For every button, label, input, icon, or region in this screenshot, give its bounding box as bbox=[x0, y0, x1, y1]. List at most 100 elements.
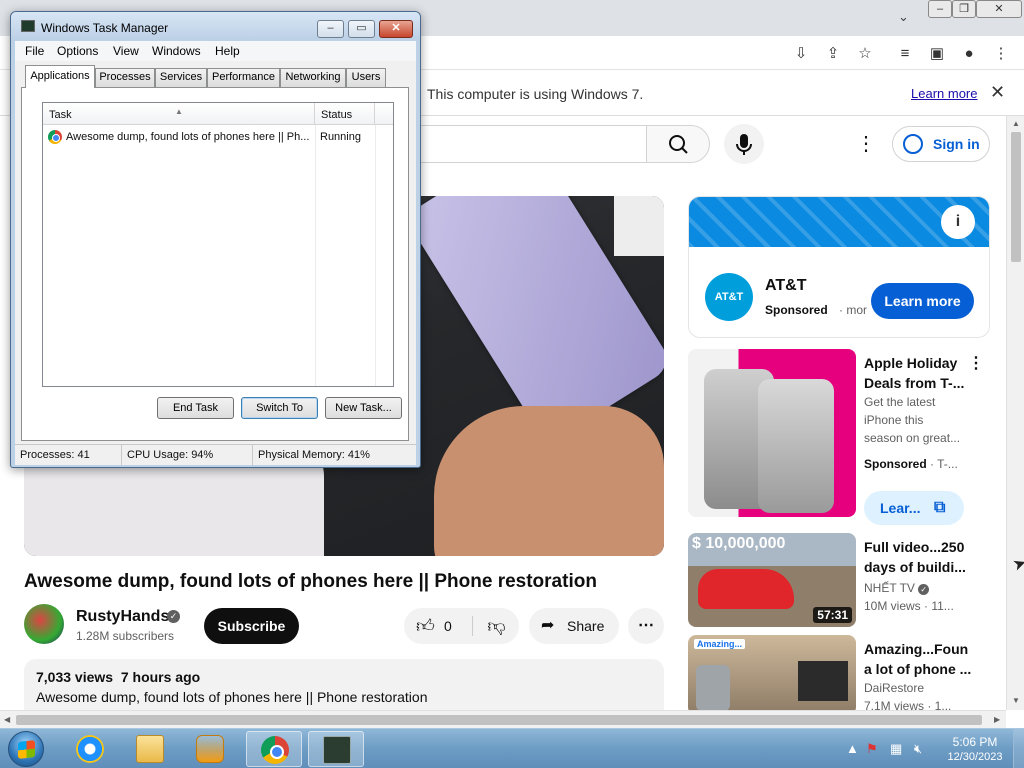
task-manager-titlebar[interactable]: Windows Task Manager – ▭ ✕ bbox=[11, 12, 420, 40]
tm-close-button[interactable]: ✕ bbox=[379, 20, 413, 38]
recommendation-title-line2[interactable]: a lot of phone ... bbox=[864, 659, 972, 679]
description-box[interactable]: 7,033 views 7 hours ago Awesome dump, fo… bbox=[24, 659, 664, 710]
recommendation-thumbnail[interactable]: Amazing... bbox=[688, 635, 856, 710]
horizontal-scrollbar[interactable]: ◀ ▶ bbox=[0, 710, 1006, 728]
share-button[interactable]: ➦ Share bbox=[529, 608, 619, 644]
table-row[interactable]: Awesome dump, found lots of phones here … bbox=[44, 127, 392, 147]
scroll-up-arrow-icon[interactable]: ▲ bbox=[1012, 119, 1020, 128]
tab-networking[interactable]: Networking bbox=[280, 68, 346, 87]
new-task-button[interactable]: New Task... bbox=[325, 397, 402, 419]
chrome-icon bbox=[261, 736, 289, 764]
browser-close-button[interactable]: ✕ bbox=[976, 0, 1022, 18]
bookmark-star-icon[interactable]: ☆ bbox=[854, 43, 876, 65]
tab-search-chevron-icon[interactable]: ⌄ bbox=[898, 9, 909, 25]
task-manager-body: Applications Processes Services Performa… bbox=[15, 61, 416, 446]
recommendation-channel-name[interactable]: DaiRestore bbox=[864, 681, 984, 695]
media-controls-icon[interactable]: ≡ bbox=[894, 43, 916, 65]
recommendation-thumbnail[interactable]: $ 10,000,000 57:31 bbox=[688, 533, 856, 627]
taskbar-task-manager[interactable] bbox=[308, 731, 364, 767]
menu-view[interactable]: View bbox=[113, 44, 139, 58]
search-button[interactable] bbox=[646, 125, 710, 163]
taskbar-internet-explorer[interactable] bbox=[62, 731, 118, 767]
channel-avatar[interactable] bbox=[24, 604, 64, 644]
dislike-button[interactable]: 👎︎ bbox=[474, 608, 519, 644]
browser-restore-button[interactable]: ❐ bbox=[952, 0, 976, 18]
view-count: 7,033 views bbox=[36, 669, 114, 685]
switch-to-button[interactable]: Switch To bbox=[241, 397, 318, 419]
tm-minimize-button[interactable]: – bbox=[317, 20, 344, 38]
recommendation-item[interactable]: Apple Holiday Deals from T-... ⋮ Get the… bbox=[688, 349, 990, 527]
recommendation-title-line1[interactable]: Full video...250 bbox=[864, 537, 972, 557]
infobar-learn-more-link[interactable]: Learn more bbox=[911, 86, 977, 101]
tab-applications[interactable]: Applications bbox=[25, 65, 95, 88]
verified-badge-icon: ✓ bbox=[918, 584, 930, 595]
show-desktop-button[interactable] bbox=[1013, 729, 1024, 768]
settings-kebab-icon[interactable]: ⋮ bbox=[856, 132, 876, 156]
browser-minimize-button[interactable]: – bbox=[928, 0, 952, 18]
task-manager-window[interactable]: Windows Task Manager – ▭ ✕ File Options … bbox=[10, 11, 421, 468]
channel-name[interactable]: RustyHands bbox=[76, 608, 169, 626]
recommendation-sponsored-label: Sponsored bbox=[864, 457, 927, 471]
recommendation-thumbnail[interactable] bbox=[688, 349, 856, 517]
action-center-flag-icon[interactable]: ⚑ bbox=[866, 741, 878, 757]
menu-options[interactable]: Options bbox=[57, 44, 98, 58]
recommendation-title-line1[interactable]: Amazing...Foun bbox=[864, 639, 972, 659]
tab-services[interactable]: Services bbox=[155, 68, 207, 87]
ad-more-link[interactable]: · mor bbox=[839, 303, 867, 317]
sign-in-button[interactable]: Sign in bbox=[892, 126, 990, 162]
scroll-right-arrow-icon[interactable]: ▶ bbox=[994, 715, 1000, 724]
scroll-left-arrow-icon[interactable]: ◀ bbox=[4, 715, 10, 724]
tab-users[interactable]: Users bbox=[346, 68, 386, 87]
horizontal-scroll-thumb[interactable] bbox=[16, 715, 982, 725]
recommendation-title-line2[interactable]: days of buildi... bbox=[864, 557, 972, 577]
infobar-close-icon[interactable]: ✕ bbox=[990, 82, 1005, 103]
share-page-icon[interactable]: ⇪ bbox=[822, 43, 844, 65]
taskbar-media-player[interactable] bbox=[182, 731, 238, 767]
show-hidden-icons-chevron[interactable]: ▲ bbox=[846, 741, 859, 756]
menu-help[interactable]: Help bbox=[215, 44, 240, 58]
recommendation-title-line1[interactable]: Apple Holiday bbox=[864, 353, 972, 373]
recommendation-title-line2[interactable]: Deals from T-... bbox=[864, 373, 972, 393]
recommendation-channel[interactable]: NHẾT TV ✓ bbox=[864, 581, 984, 595]
recommendation-item[interactable]: Amazing... Amazing...Foun a lot of phone… bbox=[688, 635, 990, 710]
recommendation-learn-button[interactable]: Lear... ⧉ bbox=[864, 491, 964, 525]
video-frame-box bbox=[614, 196, 664, 256]
task-manager-statusbar: Processes: 41 CPU Usage: 94% Physical Me… bbox=[15, 444, 416, 466]
menu-windows[interactable]: Windows bbox=[152, 44, 201, 58]
vertical-scrollbar[interactable]: ▲ ▼ bbox=[1006, 116, 1024, 710]
taskbar-file-explorer[interactable] bbox=[122, 731, 178, 767]
recommendation-kebab-icon[interactable]: ⋮ bbox=[968, 353, 984, 373]
scroll-down-arrow-icon[interactable]: ▼ bbox=[1012, 696, 1020, 705]
vertical-scroll-thumb[interactable] bbox=[1011, 132, 1021, 262]
taskbar-chrome[interactable] bbox=[246, 731, 302, 767]
clock-date[interactable]: 12/30/2023 bbox=[940, 751, 1010, 763]
volume-muted-icon[interactable]: 🔇︎ bbox=[914, 741, 922, 757]
menu-file[interactable]: File bbox=[25, 44, 44, 58]
side-panel-icon[interactable]: ▣ bbox=[926, 43, 948, 65]
tm-maximize-button[interactable]: ▭ bbox=[348, 20, 375, 38]
ad-learn-more-button[interactable]: Learn more bbox=[871, 283, 974, 319]
recommendation-item[interactable]: $ 10,000,000 57:31 Full video...250 days… bbox=[688, 533, 990, 629]
subscribe-button[interactable]: Subscribe bbox=[204, 608, 299, 644]
ad-card[interactable]: i AT&T AT&T Sponsored · mor Learn more bbox=[688, 196, 990, 338]
tab-performance[interactable]: Performance bbox=[207, 68, 280, 87]
network-icon[interactable]: ▦ bbox=[890, 741, 902, 757]
more-actions-button[interactable]: ⋯ bbox=[628, 608, 664, 644]
ad-info-icon[interactable]: i bbox=[941, 205, 975, 239]
voice-search-button[interactable] bbox=[724, 124, 764, 164]
profile-avatar-icon[interactable]: ● bbox=[958, 43, 980, 65]
start-button[interactable] bbox=[8, 731, 44, 767]
clock-time[interactable]: 5:06 PM bbox=[940, 735, 1010, 749]
install-app-icon[interactable]: ⇩ bbox=[790, 43, 812, 65]
column-header-status[interactable]: Status bbox=[315, 103, 375, 125]
verified-badge-icon: ✓ bbox=[167, 610, 180, 623]
column-header-task[interactable]: ▲ Task bbox=[43, 103, 315, 125]
task-manager-icon bbox=[323, 736, 351, 764]
tab-processes[interactable]: Processes bbox=[95, 68, 155, 87]
end-task-button[interactable]: End Task bbox=[157, 397, 234, 419]
task-name-cell: Awesome dump, found lots of phones here … bbox=[66, 131, 310, 143]
applications-list[interactable]: ▲ Task Status Awesome dump, found lots o… bbox=[42, 102, 394, 387]
like-button[interactable]: 👍︎ 0 bbox=[404, 608, 470, 644]
chrome-menu-kebab-icon[interactable]: ⋮ bbox=[990, 43, 1012, 65]
thumbnail-overlay-text: Amazing... bbox=[694, 639, 746, 649]
